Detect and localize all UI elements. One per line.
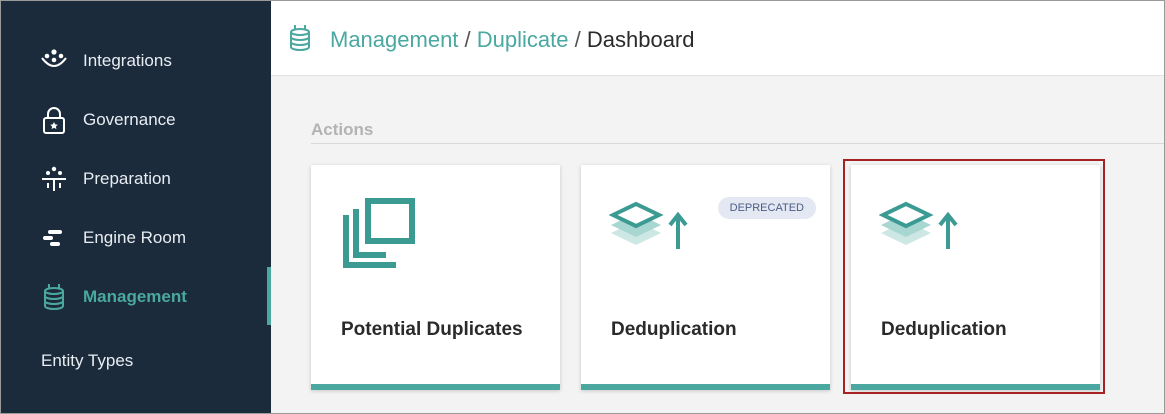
sidebar-item-integrations[interactable]: Integrations — [0, 36, 271, 86]
card-deduplication[interactable]: Deduplication — [851, 165, 1100, 390]
sidebar-item-governance[interactable]: Governance — [0, 95, 271, 145]
card-title: Deduplication — [611, 319, 737, 340]
section-divider — [311, 143, 1165, 144]
integrations-icon — [39, 46, 69, 76]
card-deduplication-deprecated[interactable]: DEPRECATED Deduplication — [581, 165, 830, 390]
breadcrumb-separator: / — [574, 27, 587, 52]
governance-lock-icon — [39, 105, 69, 135]
card-accent-bar — [311, 384, 560, 390]
sidebar-item-preparation[interactable]: Preparation — [0, 154, 271, 204]
sidebar-sub-link-entity-types[interactable]: Entity Types — [41, 351, 133, 371]
breadcrumb-separator: / — [464, 27, 477, 52]
breadcrumb-duplicate[interactable]: Duplicate — [477, 27, 569, 52]
breadcrumb: Management / Duplicate / Dashboard — [330, 27, 695, 53]
layers-up-icon — [878, 197, 959, 262]
database-icon — [287, 24, 313, 52]
section-title: Actions — [311, 120, 374, 139]
card-accent-bar — [581, 384, 830, 390]
sidebar-item-engine-room[interactable]: Engine Room — [0, 213, 271, 263]
sidebar: Integrations Governance Preparation Engi… — [0, 0, 271, 414]
management-database-icon — [39, 282, 69, 312]
preparation-icon — [39, 164, 69, 194]
engine-room-icon — [39, 223, 69, 253]
active-indicator — [267, 267, 271, 325]
page-header: Management / Duplicate / Dashboard — [271, 0, 1165, 76]
breadcrumb-management[interactable]: Management — [330, 27, 458, 52]
sidebar-item-label: Management — [83, 287, 187, 306]
layers-up-icon — [608, 197, 689, 262]
card-title: Potential Duplicates — [341, 319, 523, 340]
deprecated-badge: DEPRECATED — [717, 197, 816, 219]
duplicates-icon — [339, 197, 419, 278]
card-accent-bar — [851, 384, 1100, 390]
breadcrumb-current: Dashboard — [586, 27, 695, 52]
sidebar-item-label: Integrations — [83, 51, 172, 70]
sidebar-item-management[interactable]: Management — [0, 272, 271, 322]
card-potential-duplicates[interactable]: Potential Duplicates — [311, 165, 560, 390]
sidebar-item-label: Engine Room — [83, 228, 187, 247]
sidebar-item-label: Preparation — [83, 169, 171, 188]
card-title: Deduplication — [881, 319, 1007, 340]
sidebar-item-label: Governance — [83, 110, 176, 129]
